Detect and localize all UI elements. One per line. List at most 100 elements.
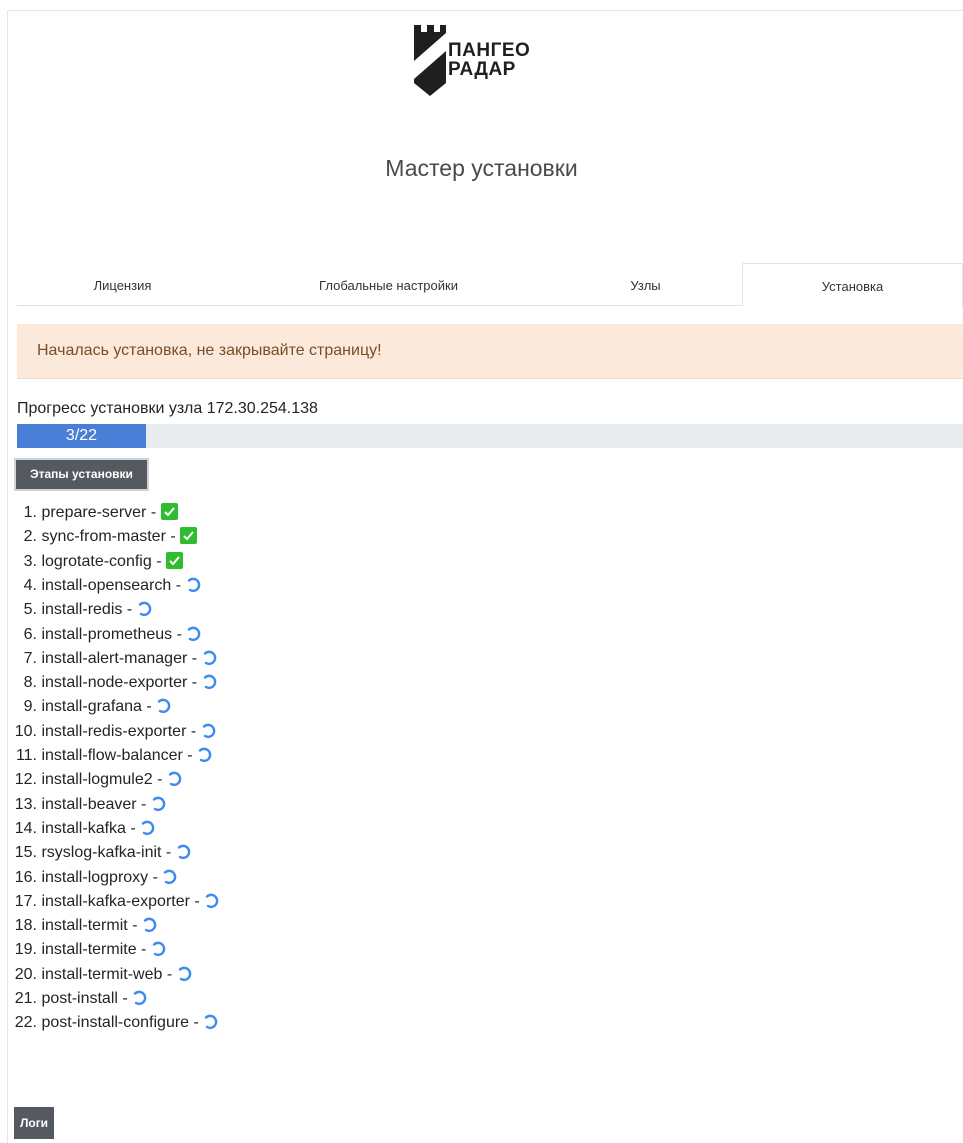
stage-name: install-beaver - bbox=[41, 795, 147, 813]
wizard-tabs: Лицензия Глобальные настройки Узлы Устан… bbox=[17, 263, 963, 307]
stage-number: 4. bbox=[23, 576, 37, 594]
stage-name: post-install-configure - bbox=[41, 1014, 199, 1032]
stage-item: 8. install-node-exporter - bbox=[0, 671, 400, 695]
stage-item: 10. install-redis-exporter - bbox=[0, 720, 400, 744]
loading-spinner-icon bbox=[204, 893, 220, 909]
stage-name: logrotate-config - bbox=[41, 552, 162, 570]
tab-license[interactable]: Лицензия bbox=[17, 263, 228, 305]
stage-name: install-opensearch - bbox=[41, 576, 182, 594]
brand-line-2: РАДАР bbox=[448, 59, 516, 80]
tab-label: Узлы bbox=[630, 278, 661, 293]
stage-item: 7. install-alert-manager - bbox=[0, 647, 400, 671]
loading-spinner-icon bbox=[202, 674, 218, 690]
stage-number: 8. bbox=[23, 674, 37, 692]
loading-spinner-icon bbox=[176, 844, 192, 860]
stage-item: 13. install-beaver - bbox=[0, 793, 400, 817]
stage-name: install-node-exporter - bbox=[41, 674, 198, 692]
stage-number: 11. bbox=[15, 747, 37, 764]
loading-spinner-icon bbox=[186, 626, 202, 642]
tab-label: Лицензия bbox=[93, 278, 152, 293]
progress-fill: 3/22 bbox=[17, 424, 146, 448]
tab-label: Глобальные настройки bbox=[319, 278, 458, 293]
stage-number: 9. bbox=[23, 698, 37, 716]
stage-number: 15. bbox=[14, 844, 37, 862]
stage-name: install-alert-manager - bbox=[41, 649, 198, 667]
stage-name: install-redis-exporter - bbox=[41, 722, 197, 740]
stage-number: 3. bbox=[23, 552, 37, 570]
stage-number: 12. bbox=[14, 771, 37, 789]
stage-number: 14. bbox=[14, 819, 37, 837]
loading-spinner-icon bbox=[167, 771, 183, 787]
stage-number: 20. bbox=[14, 965, 37, 983]
loading-spinner-icon bbox=[162, 869, 178, 885]
stage-item: 16. install-logproxy - bbox=[0, 866, 400, 890]
check-icon bbox=[180, 527, 198, 545]
stage-number: 18. bbox=[14, 917, 37, 935]
page-title: Мастер установки bbox=[385, 155, 578, 181]
brand-name: ПАНГЕО РАДАР bbox=[448, 41, 530, 79]
stage-name: install-redis - bbox=[41, 601, 133, 619]
stage-item: 11. install-flow-balancer - bbox=[0, 744, 400, 768]
warning-alert: Началась установка, не закрывайте страни… bbox=[17, 324, 963, 379]
logs-button[interactable]: Логи bbox=[14, 1107, 54, 1139]
stage-name: sync-from-master - bbox=[41, 528, 176, 546]
stage-name: install-logmule2 - bbox=[41, 771, 163, 789]
stage-name: install-termite - bbox=[41, 941, 147, 959]
stage-item: 2. sync-from-master - bbox=[0, 525, 400, 549]
stage-item: 22. post-install-configure - bbox=[0, 1011, 400, 1035]
tab-label: Установка bbox=[821, 279, 884, 294]
stage-number: 2. bbox=[23, 528, 37, 546]
stage-item: 17. install-kafka-exporter - bbox=[0, 890, 400, 914]
stage-name: install-grafana - bbox=[41, 698, 152, 716]
stage-number: 21. bbox=[14, 990, 37, 1007]
brand-line-1: ПАНГЕО bbox=[448, 40, 531, 61]
stage-number: 22. bbox=[14, 1014, 37, 1032]
stage-name: install-termit-web - bbox=[41, 965, 173, 983]
tab-nodes[interactable]: Узлы bbox=[549, 263, 742, 305]
stage-number: 16. bbox=[14, 868, 37, 886]
stage-item: 15. rsyslog-kafka-init - bbox=[0, 841, 400, 865]
stage-number: 7. bbox=[23, 649, 37, 667]
loading-spinner-icon bbox=[197, 747, 213, 763]
tab-global-settings[interactable]: Глобальные настройки bbox=[228, 263, 549, 305]
stage-name: post-install - bbox=[41, 990, 128, 1007]
stage-number: 19. bbox=[14, 941, 37, 959]
check-icon bbox=[165, 551, 183, 569]
stage-item: 6. install-prometheus - bbox=[0, 623, 400, 647]
loading-spinner-icon bbox=[201, 723, 217, 739]
loading-spinner-icon bbox=[132, 990, 148, 1006]
loading-spinner-icon bbox=[202, 650, 218, 666]
stage-item: 21. post-install - bbox=[0, 987, 400, 1011]
progress-text: 3/22 bbox=[65, 427, 98, 444]
stage-number: 1. bbox=[23, 504, 37, 521]
loading-spinner-icon bbox=[177, 966, 193, 982]
progress-label: Прогресс установки узла 172.30.254.138 bbox=[17, 400, 318, 417]
stage-number: 10. bbox=[14, 722, 37, 740]
stage-item: 3. logrotate-config - bbox=[0, 550, 400, 574]
tab-installation[interactable]: Установка bbox=[742, 263, 963, 307]
stage-item: 14. install-kafka - bbox=[0, 817, 400, 841]
stage-name: install-kafka-exporter - bbox=[41, 892, 200, 910]
stage-number: 5. bbox=[23, 601, 37, 619]
progress-bar: 3/22 bbox=[17, 424, 963, 448]
stage-name: rsyslog-kafka-init - bbox=[41, 844, 172, 862]
stage-number: 13. bbox=[14, 795, 37, 813]
stages-button[interactable]: Этапы установки bbox=[14, 458, 149, 491]
stage-number: 6. bbox=[23, 625, 37, 643]
loading-spinner-icon bbox=[203, 1014, 219, 1030]
stage-name: install-flow-balancer - bbox=[41, 747, 193, 764]
stage-name: install-termit - bbox=[41, 917, 138, 935]
loading-spinner-icon bbox=[151, 796, 167, 812]
stage-item: 20. install-termit-web - bbox=[0, 963, 400, 987]
loading-spinner-icon bbox=[142, 917, 158, 933]
stage-item: 19. install-termite - bbox=[0, 938, 400, 962]
loading-spinner-icon bbox=[186, 577, 202, 593]
stage-item: 1. prepare-server - bbox=[0, 501, 400, 525]
stage-name: prepare-server - bbox=[41, 504, 157, 521]
stage-item: 18. install-termit - bbox=[0, 914, 400, 938]
stage-item: 12. install-logmule2 - bbox=[0, 768, 400, 792]
check-icon bbox=[160, 503, 178, 520]
loading-spinner-icon bbox=[137, 601, 153, 617]
loading-spinner-icon bbox=[156, 698, 172, 714]
stage-name: install-kafka - bbox=[41, 819, 136, 837]
